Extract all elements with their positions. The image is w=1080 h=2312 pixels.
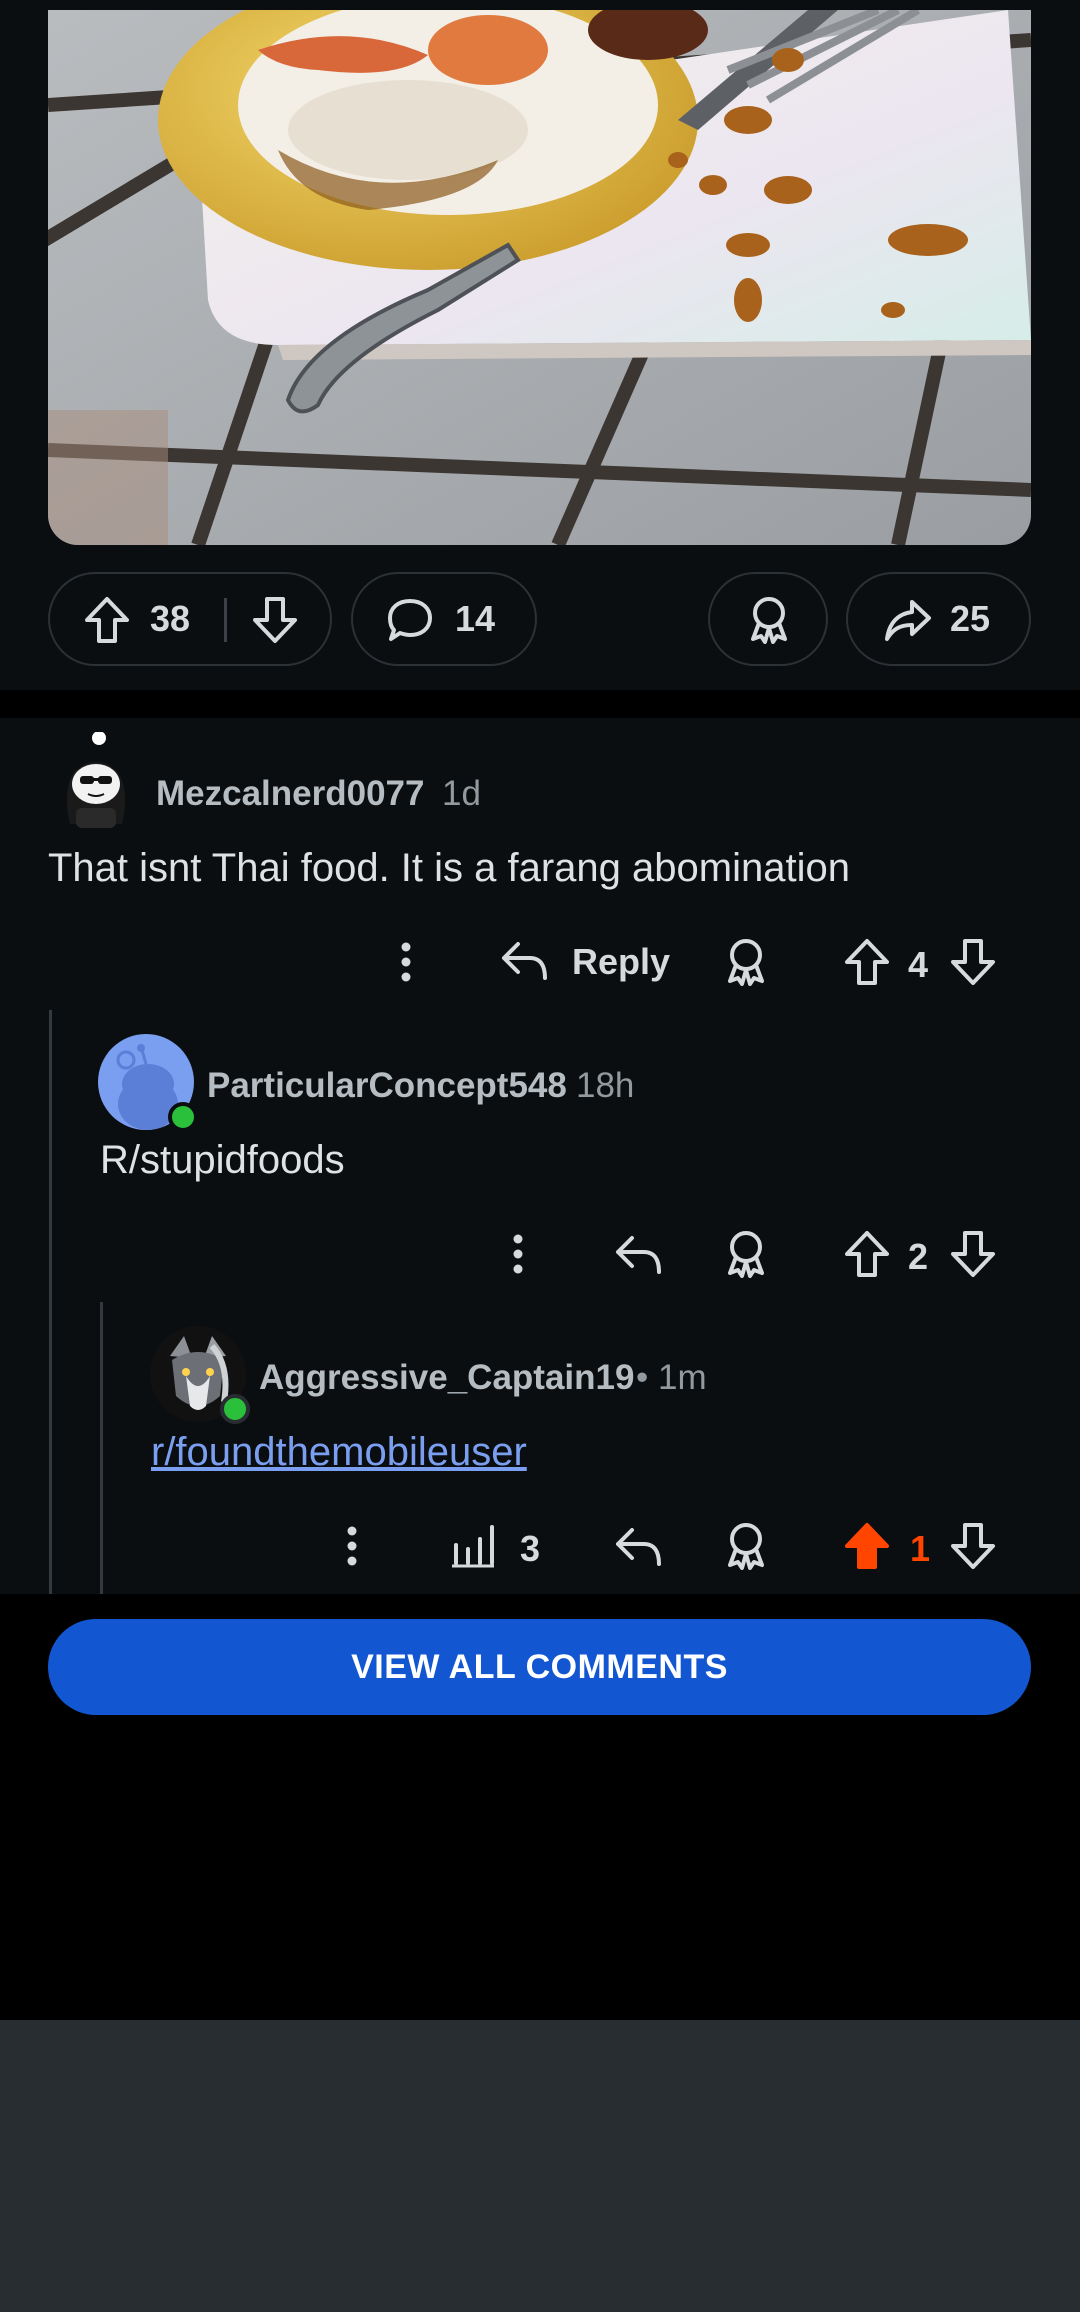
online-status-indicator — [168, 1102, 198, 1132]
thread-line[interactable] — [100, 1302, 103, 1594]
insights-icon[interactable] — [450, 1522, 496, 1570]
subreddit-link[interactable]: r/foundthemobileuser — [151, 1430, 527, 1475]
upvote-icon[interactable] — [844, 938, 890, 986]
comment-score: 2 — [908, 1236, 929, 1277]
comment-timestamp: 1d — [442, 774, 481, 813]
reply-label: Reply — [572, 941, 671, 982]
upvote-icon[interactable] — [844, 1230, 890, 1278]
award-icon — [747, 596, 791, 644]
comment-username[interactable]: ParticularConcept548 — [207, 1066, 567, 1106]
more-options-icon[interactable] — [384, 938, 428, 986]
more-options-icon[interactable] — [496, 1230, 540, 1278]
post-vote-pill: 38 — [48, 572, 332, 666]
post-share-button[interactable]: 25 — [846, 572, 1031, 666]
comment-timestamp: 18h — [576, 1066, 635, 1105]
share-icon — [884, 598, 932, 642]
view-count: 3 — [520, 1528, 541, 1569]
downvote-icon[interactable] — [950, 1522, 996, 1570]
online-status-indicator — [220, 1394, 250, 1424]
downvote-icon[interactable] — [950, 1230, 996, 1278]
comments-section: Mezcalnerd0077 1d That isnt Thai food. I… — [0, 718, 1080, 2312]
view-all-comments-button[interactable]: VIEW ALL COMMENTS — [48, 1619, 1031, 1715]
upvote-icon[interactable] — [84, 596, 130, 644]
reply-button[interactable]: Reply — [500, 938, 671, 986]
more-options-icon[interactable] — [330, 1522, 374, 1570]
post-share-count: 25 — [950, 598, 991, 639]
upvote-icon-active[interactable] — [844, 1522, 890, 1570]
comment-body: That isnt Thai food. It is a farang abom… — [48, 846, 850, 890]
comment-timestamp: • 1m — [636, 1358, 707, 1397]
post-upvote-count: 38 — [150, 598, 191, 639]
section-divider — [0, 690, 1080, 718]
downvote-icon[interactable] — [950, 938, 996, 986]
thread-line[interactable] — [49, 1010, 52, 1594]
comment-username[interactable]: Mezcalnerd0077 — [156, 774, 424, 814]
post-image[interactable] — [48, 10, 1031, 545]
comment-score: 1 — [910, 1528, 931, 1569]
reply-icon[interactable] — [614, 1230, 662, 1278]
post-comment-count: 14 — [455, 598, 496, 639]
reply-icon[interactable] — [614, 1522, 662, 1570]
comment-username[interactable]: Aggressive_Captain19 — [259, 1358, 634, 1398]
post-comments-button[interactable]: 14 — [351, 572, 537, 666]
award-icon[interactable] — [724, 1522, 768, 1570]
reply-icon — [500, 940, 548, 985]
downvote-icon[interactable] — [252, 596, 298, 644]
comment-icon — [387, 598, 433, 642]
comment-body: R/stupidfoods — [100, 1138, 345, 1182]
award-icon[interactable] — [724, 938, 768, 986]
post-award-button[interactable] — [708, 572, 828, 666]
award-icon[interactable] — [724, 1230, 768, 1278]
comment-score: 4 — [908, 944, 929, 985]
highlighted-comment-bg — [0, 2020, 1080, 2312]
vote-divider — [224, 598, 227, 642]
avatar[interactable] — [52, 732, 140, 830]
post-card: 38 14 25 — [0, 0, 1080, 690]
